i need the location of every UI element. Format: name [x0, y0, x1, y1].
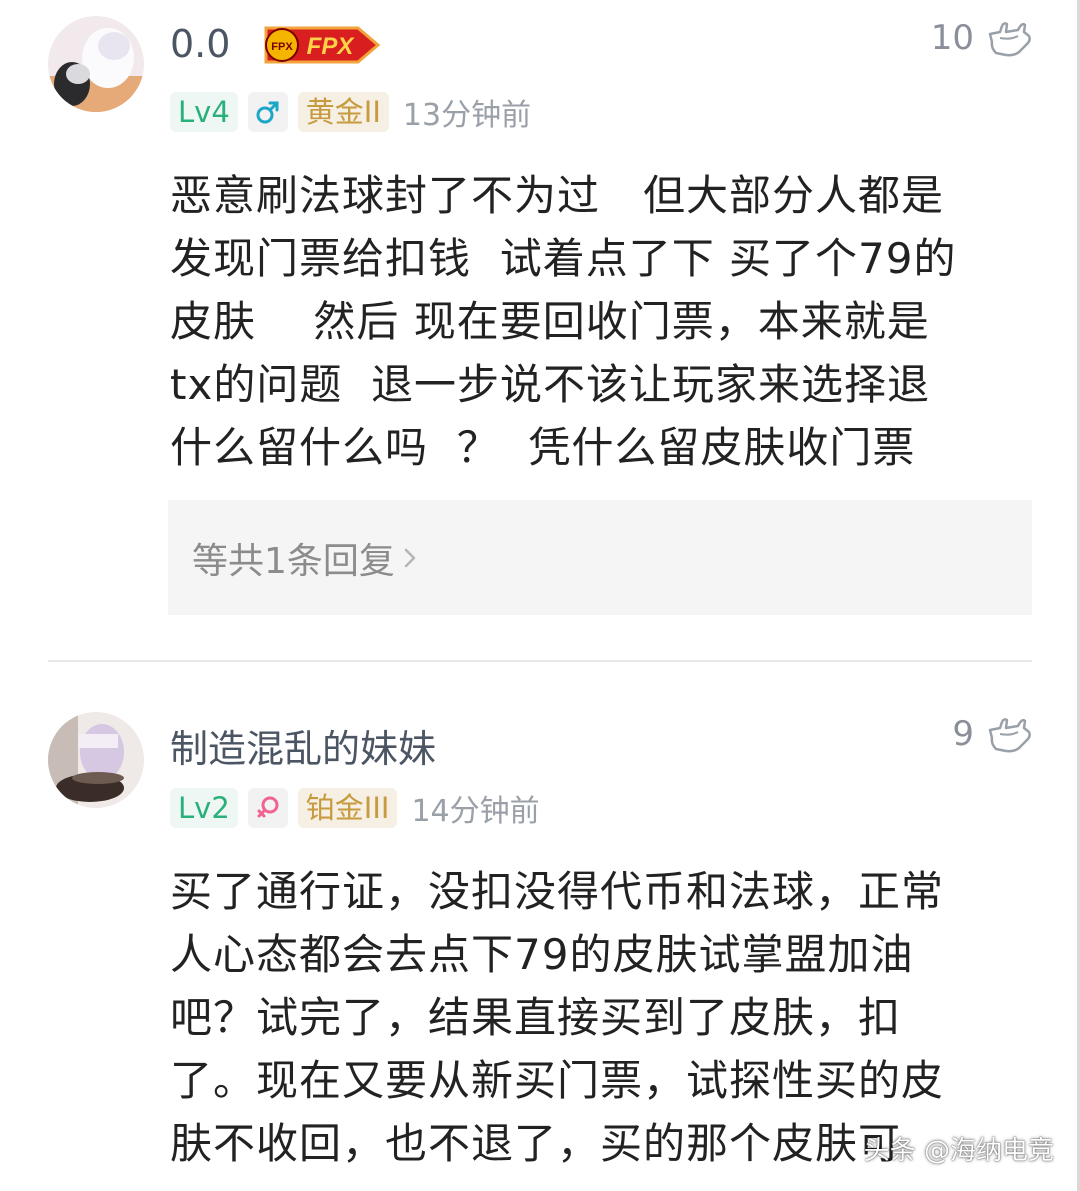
team-badge-label: FPX [307, 33, 356, 60]
like-count: 10 [930, 18, 974, 58]
rank-badge: 黄金II [297, 92, 389, 132]
reply-count-label: 等共1条回复 [192, 540, 395, 582]
timestamp: 14分钟前 [411, 794, 540, 829]
team-badge-small-label: FPX [271, 41, 293, 53]
username[interactable]: 0.0 [170, 22, 230, 66]
like-button[interactable]: 10 [931, 18, 1032, 58]
avatar[interactable] [48, 16, 144, 112]
user-tags: Lv4 黄金II 13分钟前 [170, 90, 531, 134]
like-count: 9 [952, 714, 974, 754]
level-badge: Lv2 [170, 788, 238, 828]
gender-badge [247, 92, 288, 132]
view-replies-button[interactable]: 等共1条回复 [168, 500, 1032, 615]
user-tags: Lv2 铂金III 14分钟前 [170, 786, 540, 830]
comment-text: 买了通行证，没扣没得代币和法球，正常 人心态都会去点下79的皮肤试掌盟加油 吧？… [170, 867, 945, 1168]
avatar-image [48, 712, 144, 808]
timestamp: 13分钟前 [402, 98, 532, 133]
team-badge: FPX FPX [258, 22, 382, 68]
chevron-right-icon [404, 548, 416, 567]
watermark: 头条 @海纳电竞 [863, 1136, 1054, 1166]
hand-like-icon [988, 718, 1031, 753]
level-badge: Lv4 [170, 92, 238, 132]
avatar-image [48, 16, 144, 112]
comment-divider [48, 660, 1032, 662]
comment-text: 恶意刷法球封了不为过 但大部分人都是 发现门票给扣钱 试着点了下 买了个79的 … [170, 171, 957, 472]
username[interactable]: 制造混乱的妹妹 [170, 718, 436, 773]
gender-badge [247, 788, 288, 828]
like-button[interactable]: 9 [952, 714, 1032, 754]
avatar[interactable] [48, 712, 144, 808]
rank-badge: 铂金III [297, 788, 398, 828]
female-icon [257, 796, 279, 818]
male-icon [256, 101, 279, 124]
hand-like-icon [988, 22, 1031, 57]
